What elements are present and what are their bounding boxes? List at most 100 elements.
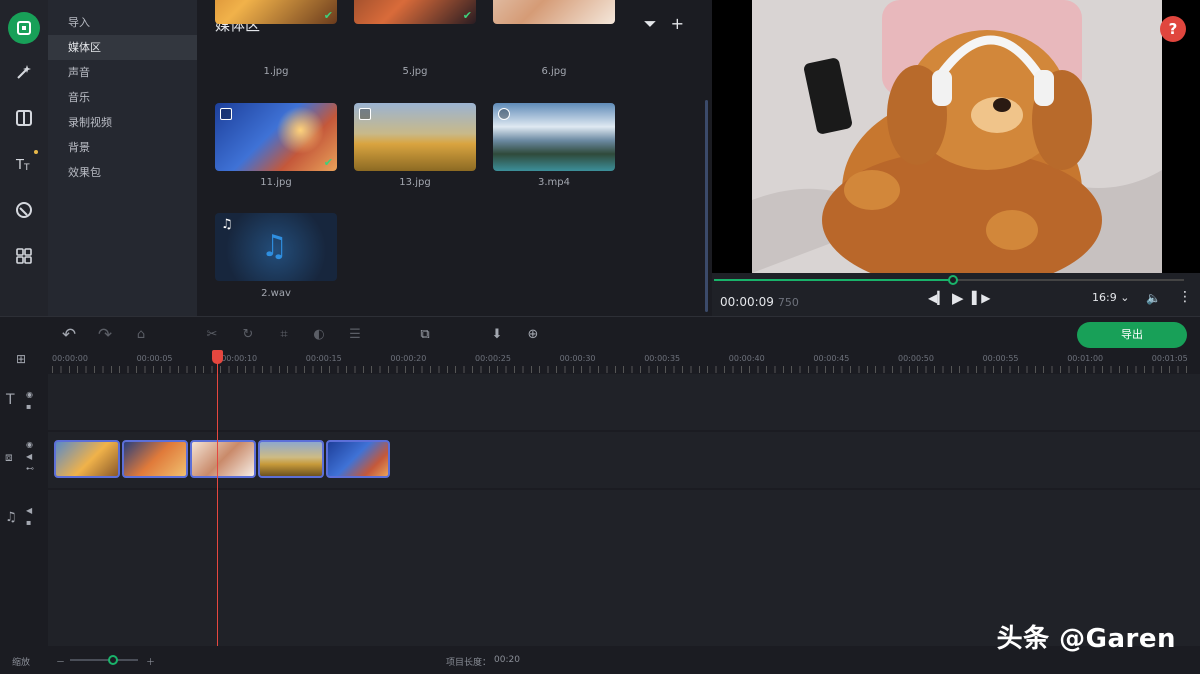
playhead-handle[interactable] <box>212 350 223 364</box>
audio-type-icon: ♫ <box>221 217 233 232</box>
playback-progress-fill <box>714 279 954 281</box>
help-button[interactable]: ? <box>1160 16 1186 42</box>
track-lock-icon[interactable]: ▪ <box>26 402 31 411</box>
more-options-icon[interactable]: ⋮ <box>1178 289 1192 305</box>
audio-track-header: ♫ ◀ ▪ <box>0 506 48 548</box>
delete-icon[interactable]: ⌂ <box>132 326 150 344</box>
text-track-icon: T <box>6 392 15 408</box>
stickers-panel-button[interactable] <box>8 194 40 226</box>
zoom-slider-knob[interactable] <box>108 655 118 665</box>
tool-rail: TT <box>0 0 48 316</box>
preview-frame <box>752 0 1162 273</box>
import-panel-button[interactable] <box>8 12 40 44</box>
media-thumb-2wav[interactable]: ♫ ♫ <box>215 213 337 281</box>
transitions-panel-button[interactable] <box>8 102 40 134</box>
category-item-effect-pack[interactable]: 效果包 <box>48 160 197 185</box>
play-icon[interactable]: ▶ <box>952 289 964 307</box>
volume-icon[interactable]: 🔈 <box>1146 291 1161 305</box>
title-track-lane[interactable] <box>48 374 1200 430</box>
zoom-slider[interactable] <box>70 655 138 665</box>
track-visibility-icon[interactable]: ◉ <box>26 390 33 399</box>
title-track-header: T ◉ ▪ <box>0 390 48 432</box>
category-item-media[interactable]: 媒体区 <box>48 35 197 60</box>
add-marker-icon[interactable]: ⊕ <box>524 326 542 344</box>
media-label-6: 6.jpg <box>541 66 567 77</box>
media-thumb-1[interactable]: ✔ <box>215 0 337 24</box>
record-voice-icon[interactable]: ⬇ <box>488 326 506 344</box>
overlay-icon[interactable]: ⧉ <box>416 326 434 344</box>
track-lock-icon[interactable]: ▪ <box>26 518 31 527</box>
zoom-out-icon[interactable]: － <box>56 655 65 668</box>
sticker-icon <box>16 202 32 218</box>
media-bin: 媒体区 ⏷ + ✔ 1.jpg ✔ 5.jpg 6.jpg ✔ 11.jpg 1… <box>197 0 710 316</box>
svg-text:T: T <box>23 163 30 173</box>
media-thumb-3mp4[interactable] <box>493 103 615 171</box>
category-item-background[interactable]: 背景 <box>48 135 197 160</box>
video-track-header: ⧈ ◉ ◀ ⊷ <box>0 440 48 480</box>
playback-progress[interactable] <box>714 275 1184 285</box>
ruler-tick-label: 00:00:40 <box>728 354 765 363</box>
chevron-down-icon: ⌄ <box>1120 291 1130 304</box>
track-mute-icon[interactable]: ◀ <box>26 452 32 461</box>
timecode-frames: 750 <box>777 296 799 309</box>
ruler-tick-label: 00:00:45 <box>813 354 850 363</box>
music-note-icon: ♫ <box>261 229 288 264</box>
aspect-ratio-select[interactable]: 16:9 ⌄ <box>1092 291 1129 304</box>
ruler-tick-label: 00:00:20 <box>390 354 427 363</box>
category-item-import[interactable]: 导入 <box>48 10 197 35</box>
timeline-clip[interactable] <box>258 440 324 478</box>
playback-knob[interactable] <box>947 275 958 285</box>
category-item-music[interactable]: 音乐 <box>48 85 197 110</box>
redo-icon[interactable]: ↷ <box>96 326 114 344</box>
timeline-clip[interactable] <box>122 440 188 478</box>
add-media-icon[interactable]: + <box>671 14 684 34</box>
crop-icon[interactable]: ⌗ <box>275 326 293 344</box>
more-panel-button[interactable] <box>8 240 40 272</box>
magic-wand-icon <box>17 65 31 79</box>
export-button[interactable]: 导出 <box>1077 322 1187 348</box>
add-track-icon[interactable]: ⊞ <box>16 352 26 366</box>
media-thumb-11[interactable]: ✔ <box>215 103 337 171</box>
media-thumb-13[interactable] <box>354 103 476 171</box>
track-link-icon[interactable]: ⊷ <box>26 464 34 473</box>
ruler-ticks <box>52 366 1192 373</box>
image-type-icon <box>220 108 232 120</box>
playhead-line <box>217 356 218 646</box>
track-mute-icon[interactable]: ◀ <box>26 506 32 515</box>
zoom-label: 缩放 <box>12 658 31 668</box>
text-icon: TT <box>15 158 30 173</box>
track-visibility-icon[interactable]: ◉ <box>26 440 33 449</box>
clip-properties-icon[interactable]: ☰ <box>346 326 364 344</box>
media-label-2wav: 2.wav <box>261 288 291 299</box>
media-label-5: 5.jpg <box>402 66 428 77</box>
dog-with-headphones-image <box>752 0 1162 273</box>
timeline-ruler[interactable]: ⊞ 00:00:00 00:00:05 00:00:10 00:00:15 00:00:… <box>0 352 1200 374</box>
media-label-11: 11.jpg <box>260 177 292 188</box>
cut-icon[interactable]: ✂ <box>203 326 221 344</box>
check-icon: ✔ <box>323 9 333 22</box>
media-thumb-6[interactable] <box>493 0 615 24</box>
previous-frame-icon[interactable]: ◀▎ <box>928 291 946 305</box>
timeline-clip[interactable] <box>190 440 256 478</box>
media-thumb-5[interactable]: ✔ <box>354 0 476 24</box>
timeline-clip[interactable] <box>326 440 390 478</box>
ruler-tick-label: 00:01:05 <box>1151 354 1188 363</box>
undo-icon[interactable]: ↶ <box>60 326 78 344</box>
image-type-icon <box>359 108 371 120</box>
effects-panel-button[interactable] <box>8 56 40 88</box>
next-frame-icon[interactable]: ▌▶ <box>972 291 990 305</box>
category-list: 导入 媒体区 声音 音乐 录制视频 背景 效果包 <box>48 0 197 316</box>
ruler-tick-label: 00:00:50 <box>898 354 934 363</box>
zoom-in-icon[interactable]: ＋ <box>146 655 155 668</box>
music-track-icon: ♫ <box>5 510 17 525</box>
rotate-icon[interactable]: ↻ <box>239 326 257 344</box>
media-scrollbar[interactable] <box>705 100 708 312</box>
category-item-record-video[interactable]: 录制视频 <box>48 110 197 135</box>
player-controls: 00:00:09 750 ◀▎ ▶ ▌▶ 16:9 ⌄ 🔈 ⋮ <box>712 273 1200 316</box>
timeline-clip[interactable] <box>54 440 120 478</box>
color-adjust-icon[interactable]: ◐ <box>310 326 328 344</box>
category-item-sound[interactable]: 声音 <box>48 60 197 85</box>
titles-panel-button[interactable]: TT <box>8 148 40 180</box>
ruler-tick-label: 00:00:35 <box>644 354 681 363</box>
filter-icon[interactable]: ⏷ <box>644 14 657 34</box>
